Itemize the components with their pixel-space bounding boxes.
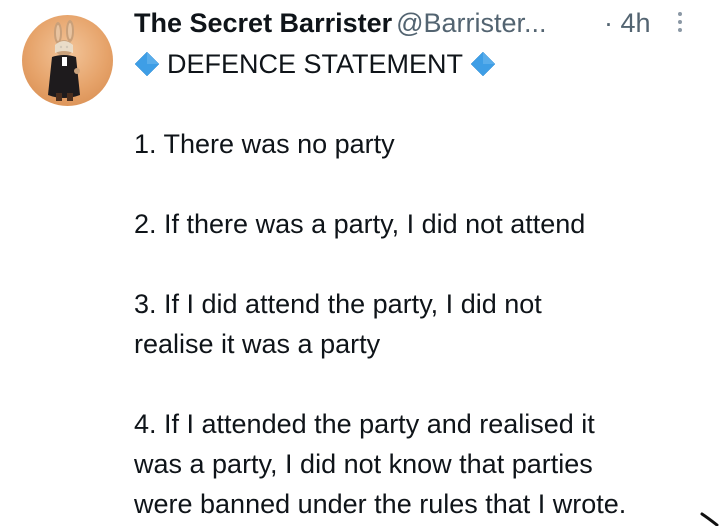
cursor-edge-icon bbox=[700, 512, 719, 526]
user-handle[interactable]: @Barrister... bbox=[396, 8, 546, 38]
timestamp[interactable]: · 4h bbox=[604, 4, 651, 42]
more-vertical-icon[interactable] bbox=[674, 10, 686, 34]
statement-line-3a: 3. If I did attend the party, I did not bbox=[134, 289, 542, 319]
statement-line-4a: 4. If I attended the party and realised … bbox=[134, 409, 595, 439]
statement-line-4c: were banned under the rules that I wrote… bbox=[134, 489, 627, 519]
tweet: The Secret Barrister @Barrister... · 4h D… bbox=[0, 0, 719, 526]
tweet-text: DEFENCE STATEMENT 1. There was no party … bbox=[134, 44, 714, 524]
statement-line-2: 2. If there was a party, I did not atten… bbox=[134, 209, 586, 239]
avatar[interactable] bbox=[22, 15, 113, 106]
statement-line-4b: was a party, I did not know that parties bbox=[134, 449, 593, 479]
rabbit-avatar-icon bbox=[48, 20, 80, 101]
large-blue-diamond-icon bbox=[134, 51, 160, 77]
statement-line-1: 1. There was no party bbox=[134, 129, 395, 159]
tweet-title-line: DEFENCE STATEMENT bbox=[134, 44, 714, 84]
tweet-header: The Secret Barrister @Barrister... · 4h bbox=[134, 4, 694, 42]
tweet-title: DEFENCE STATEMENT bbox=[167, 49, 464, 79]
statement-line-3b: realise it was a party bbox=[134, 329, 381, 359]
large-blue-diamond-icon bbox=[470, 51, 496, 77]
display-name[interactable]: The Secret Barrister bbox=[134, 8, 392, 38]
